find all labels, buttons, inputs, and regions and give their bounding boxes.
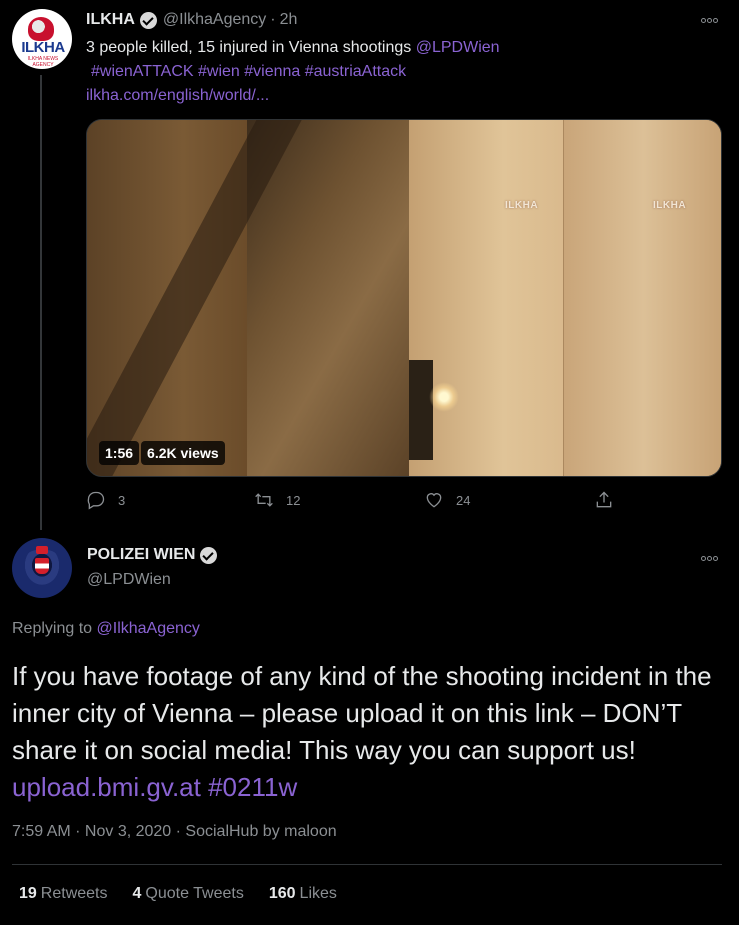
author-handle[interactable]: @IlkhaAgency [163, 11, 266, 29]
parent-tweet-text: 3 people killed, 15 injured in Vienna sh… [86, 36, 706, 108]
like-count: 24 [456, 492, 471, 508]
article-link[interactable]: ilkha.com/english/world/... [86, 87, 269, 104]
ilkha-logo-subtext: ILKHA NEWS AGENCY [27, 56, 59, 68]
tweet-text-plain: 3 people killed, 15 injured in Vienna sh… [86, 39, 416, 56]
parent-tweet[interactable]: ILKHA ILKHA NEWS AGENCY ILKHA @IlkhaAgen… [0, 0, 739, 530]
tweet-actions: 3 12 24 [86, 490, 626, 516]
more-icon[interactable] [701, 548, 719, 564]
main-tweet-text: If you have footage of any kind of the s… [12, 658, 727, 806]
share-button[interactable] [594, 490, 626, 510]
verified-badge-icon [200, 546, 218, 564]
ilkha-logo-globe [28, 17, 54, 41]
austrian-crest-icon [35, 558, 49, 574]
replying-to: Replying to @IlkhaAgency [12, 620, 200, 637]
hashtag-link[interactable]: #0211w [208, 772, 297, 802]
verified-badge-icon [139, 11, 157, 29]
like-icon [426, 493, 442, 508]
divider [12, 864, 722, 865]
more-icon[interactable] [701, 10, 719, 26]
video-duration: 1:56 [99, 441, 140, 465]
retweet-count: 12 [286, 492, 301, 508]
engagement-stats: 19 Retweets 4 Quote Tweets 160 Likes [19, 885, 362, 903]
reply-button[interactable]: 3 [86, 490, 125, 510]
mention-link[interactable]: @LPDWien [416, 39, 500, 56]
quote-tweets-stat[interactable]: 4 Quote Tweets [133, 885, 244, 903]
tweet-body: If you have footage of any kind of the s… [12, 661, 712, 765]
reply-icon [87, 491, 105, 510]
main-author-name-row[interactable]: POLIZEI WIEN [87, 546, 223, 564]
author-name[interactable]: ILKHA [86, 11, 135, 29]
retweets-stat[interactable]: 19 Retweets [19, 885, 108, 903]
retweet-button[interactable]: 12 [254, 490, 300, 510]
replying-to-link[interactable]: @IlkhaAgency [97, 620, 200, 637]
video-watermark: ILKHA [653, 200, 687, 211]
hashtag-links[interactable]: #wienATTACK #wien #vienna #austriaAttack [91, 63, 406, 80]
likes-stat[interactable]: 160 Likes [269, 885, 337, 903]
ilkha-logo-text: ILKHA [21, 39, 65, 56]
retweet-icon [255, 493, 273, 507]
author-handle[interactable]: @LPDWien [87, 571, 171, 589]
ilkha-avatar[interactable]: ILKHA ILKHA NEWS AGENCY [12, 9, 72, 69]
thread-connector [40, 75, 42, 530]
share-icon [596, 491, 612, 508]
parent-tweet-header: ILKHA @IlkhaAgency · 2h [86, 10, 297, 30]
video-info-badge: 1:56 6.2K views [99, 441, 225, 465]
tweet-meta[interactable]: 7:59 AM · Nov 3, 2020 · SocialHub by mal… [12, 823, 337, 841]
reply-count: 3 [118, 492, 126, 508]
video-views: 6.2K views [141, 441, 225, 465]
like-button[interactable]: 24 [424, 490, 470, 510]
polizei-wien-avatar[interactable] [12, 538, 72, 598]
author-name[interactable]: POLIZEI WIEN [87, 546, 195, 564]
video-player[interactable]: ILKHA ILKHA 1:56 6.2K views [86, 119, 722, 477]
upload-link[interactable]: upload.bmi.gv.at [12, 772, 201, 802]
tweet-time[interactable]: 2h [280, 11, 298, 29]
video-watermark: ILKHA [505, 200, 539, 211]
separator: · [270, 11, 276, 28]
